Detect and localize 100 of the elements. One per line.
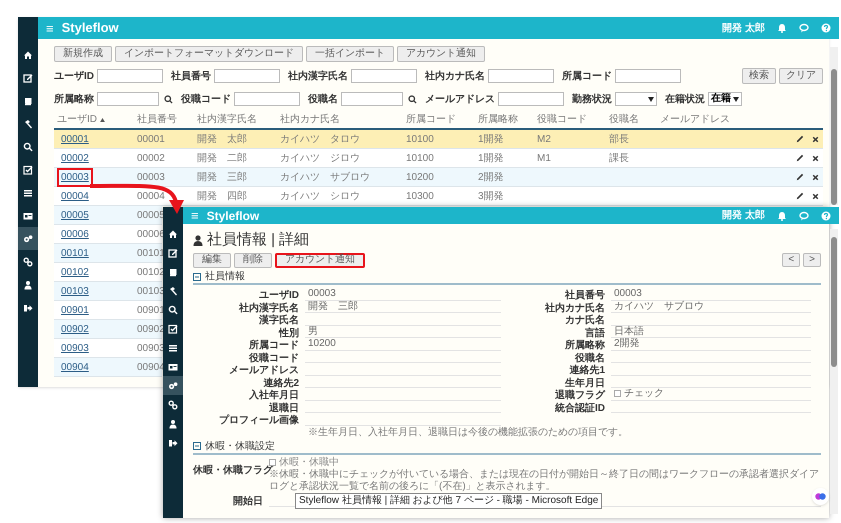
action-button[interactable]: 削除: [234, 252, 272, 268]
table-row[interactable]: 00001 00001 開発 太郎 カイハツ タロウ 10100 1開発 M2 部長: [54, 130, 823, 149]
user-id-link[interactable]: 00102: [57, 262, 93, 282]
table-row[interactable]: 00101 00101: [54, 244, 162, 263]
sidebar-item[interactable]: [163, 376, 183, 395]
column-header[interactable]: メールアドレス: [660, 112, 730, 127]
field-label: 所属コード: [249, 340, 299, 352]
field-label: 入社年月日: [249, 390, 299, 402]
user-id-link[interactable]: 00904: [57, 358, 93, 376]
user-icon: [23, 280, 33, 290]
field-value: カイハツ サブロウ: [611, 300, 811, 313]
select-field[interactable]: 在籍: [708, 92, 742, 106]
field-value: 10200: [305, 338, 501, 350]
toolbar-button[interactable]: 新規作成: [54, 46, 112, 62]
user-id-link[interactable]: 00005: [57, 206, 93, 224]
app-title: Styleflow: [62, 19, 119, 38]
table-cell-text: 開発 三郎: [197, 170, 247, 184]
table-cell-text: 2開発: [478, 170, 504, 184]
input-field[interactable]: [97, 92, 159, 106]
home-icon: [168, 228, 178, 238]
toolbar-button[interactable]: アカウント通知: [397, 46, 485, 62]
column-header[interactable]: 社内漢字氏名: [197, 112, 257, 127]
column-header[interactable]: ユーザID: [57, 112, 97, 127]
hammer-icon: [168, 286, 178, 296]
field-label: 在籍状況: [665, 92, 705, 106]
list-icon: [168, 342, 178, 352]
user-id-link[interactable]: 00903: [57, 338, 93, 358]
pager-button[interactable]: <: [782, 253, 800, 267]
field-label: 開始日: [233, 496, 263, 507]
id-card-icon: [23, 210, 33, 220]
help-icon: [821, 23, 831, 33]
field-label: 退職日: [269, 402, 299, 414]
column-header[interactable]: 社員番号: [137, 112, 177, 127]
column-header[interactable]: 役職コード: [537, 112, 587, 127]
chat-icon: [799, 23, 809, 33]
user-id-link[interactable]: 00103: [57, 282, 93, 300]
input-field[interactable]: [214, 69, 280, 83]
toolbar-button[interactable]: インポートフォーマットダウンロード: [115, 46, 303, 62]
user-id-link[interactable]: 00101: [57, 244, 93, 262]
checkbox[interactable]: [614, 390, 621, 398]
search-icon: [164, 94, 173, 104]
sidebar-item[interactable]: [18, 227, 38, 250]
field-label: 社内漢字氏名: [239, 302, 299, 314]
table-cell-text: 00901: [137, 304, 165, 318]
table-row[interactable]: 00003 00003 開発 三郎 カイハツ サブロウ 10200 2開発: [54, 168, 823, 187]
input-field[interactable]: [488, 69, 554, 83]
input-field[interactable]: [234, 92, 300, 106]
checkbox-label: 休暇・休職中: [279, 456, 339, 468]
action-button[interactable]: 編集: [193, 252, 231, 268]
scrollbar[interactable]: [830, 47, 838, 205]
user-id-link[interactable]: 00902: [57, 320, 93, 338]
field-value: 日本語: [611, 326, 811, 338]
column-header[interactable]: 社内カナ氏名: [280, 112, 340, 127]
table-cell-text: 00101: [137, 246, 165, 260]
field-value: 開発 三郎: [305, 300, 501, 313]
column-header[interactable]: 所属略称: [478, 112, 518, 127]
hammer-icon: [23, 118, 33, 128]
field-label: ユーザID: [54, 70, 94, 84]
table-cell-text: カイハツ シロウ: [280, 190, 360, 204]
user-id-link[interactable]: 00006: [57, 224, 93, 244]
user-icon: [168, 418, 178, 428]
pager-button[interactable]: >: [803, 253, 821, 267]
field-label: 性別: [279, 328, 299, 339]
column-header[interactable]: 所属コード: [406, 112, 456, 127]
action-button[interactable]: アカウント通知: [275, 252, 365, 268]
delete-icon: [812, 154, 819, 162]
input-field[interactable]: [341, 92, 403, 106]
collapse-icon: [193, 442, 201, 450]
scrollbar[interactable]: [830, 229, 838, 514]
user-id-link[interactable]: 00001: [57, 130, 93, 148]
search-button[interactable]: クリア: [779, 68, 823, 84]
field-label: 言語: [585, 328, 605, 339]
table-cell-text: 課長: [609, 152, 629, 166]
table-cell-text: 10100: [406, 152, 434, 166]
user-id-link[interactable]: 00901: [57, 300, 93, 320]
user-id-link[interactable]: 00002: [57, 148, 93, 168]
table-row[interactable]: 00901 00901: [54, 301, 162, 320]
search-button[interactable]: 検索: [742, 68, 776, 84]
table-cell-text: カイハツ サブロウ: [280, 170, 370, 184]
input-field[interactable]: [615, 69, 681, 83]
field-label: 所属略称: [565, 340, 605, 352]
field-label: メールアドレス: [229, 365, 299, 376]
checkbox[interactable]: [269, 459, 276, 466]
tooltip: Styleflow 社員情報 | 詳細 および他 7 ページ - 職場 - Microsoft Edge: [295, 493, 602, 509]
table-row[interactable]: 00002 00002 開発 二郎 カイハツ ジロウ 10100 1開発 M1 課長: [54, 149, 823, 168]
field-label: 社内カナ氏名: [545, 302, 605, 314]
input-field[interactable]: [97, 69, 163, 83]
table-row[interactable]: 00902 00902: [54, 320, 162, 339]
table-row[interactable]: 00004 00004 開発 四郎 カイハツ シロウ 10300 3開発: [54, 187, 823, 206]
input-field[interactable]: [498, 92, 564, 106]
table-cell-text: 開発 太郎: [197, 132, 247, 146]
table-cell-text: M1: [537, 152, 551, 166]
field-label: 勤務状況: [572, 92, 612, 106]
select-field[interactable]: [615, 92, 657, 106]
column-header[interactable]: 役職名: [609, 112, 639, 127]
field-label: 連絡先1: [569, 365, 605, 376]
input-field[interactable]: [351, 69, 417, 83]
toolbar-button[interactable]: 一括インポート: [306, 46, 394, 62]
delete-icon: [812, 174, 819, 180]
user-id-link[interactable]: 00004: [57, 186, 93, 206]
